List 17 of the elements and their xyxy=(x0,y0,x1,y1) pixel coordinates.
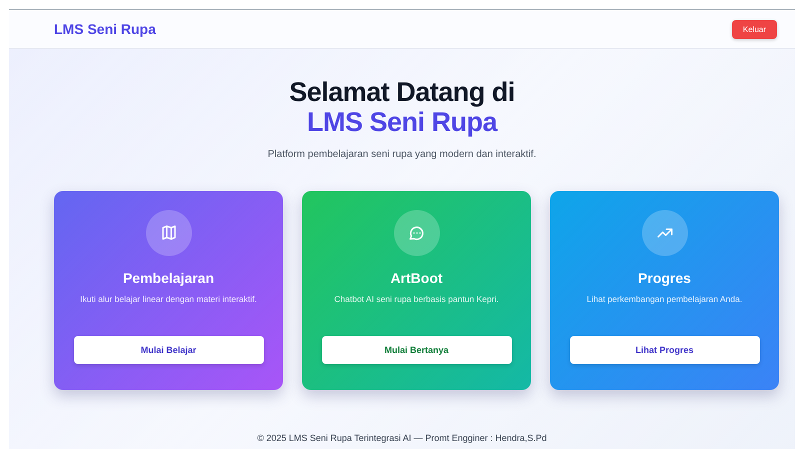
logout-button[interactable]: Keluar xyxy=(732,20,777,38)
hero-subtitle: Platform pembelajaran seni rupa yang modern dan interaktif. xyxy=(268,149,536,160)
card-button[interactable]: Mulai Belajar xyxy=(74,336,264,364)
card-title: Progres xyxy=(638,270,691,286)
card-button[interactable]: Mulai Bertanya xyxy=(322,336,512,364)
card-title: Pembelajaran xyxy=(122,270,214,286)
map-icon xyxy=(160,224,178,242)
chat-bubble-icon xyxy=(408,224,426,242)
card-button[interactable]: Lihat Progres xyxy=(570,336,760,364)
card-title: ArtBoot xyxy=(390,270,443,286)
card-description: Ikuti alur belajar linear dengan materi interaktif. xyxy=(80,293,257,306)
card-description: Chatbot AI seni rupa berbasis pantun Kepri. xyxy=(334,293,499,306)
brand-logo-text[interactable]: LMS Seni Rupa xyxy=(54,21,156,37)
card-description: Lihat perkembangan pembelajaran Anda. xyxy=(586,293,742,306)
footer-text: © 2025 LMS Seni Rupa Terintegrasi AI — Promt Engginer : Hendra,S.Pd xyxy=(257,433,547,443)
hero-title-highlight: LMS Seni Rupa xyxy=(306,107,497,137)
hero-title: Selamat Datang di xyxy=(289,77,515,107)
